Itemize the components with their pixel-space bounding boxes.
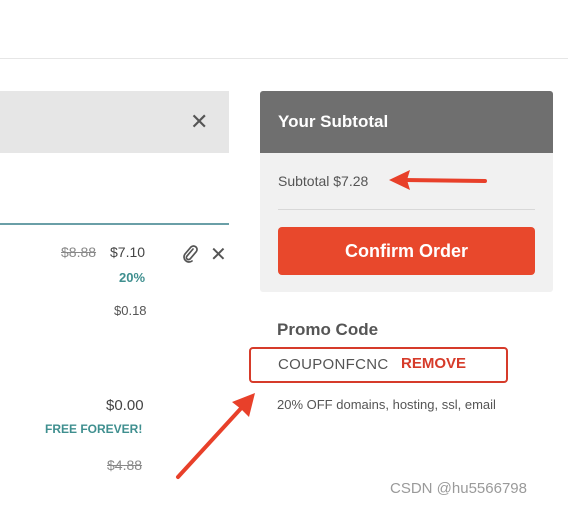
subtotal-amount: Subtotal $7.28 [278,173,369,189]
promo-code-value: COUPONFCNC [278,356,389,373]
item-fee: $0.18 [114,303,147,318]
subtotal-panel: Your Subtotal Subtotal $7.28 Confirm Ord… [260,91,553,292]
item-price: $7.10 [110,244,146,260]
free-item-original-price: $4.88 [107,457,143,473]
watermark: CSDN @hu5566798 [390,480,527,497]
subtotal-divider [278,209,535,210]
cart-divider [0,223,229,225]
confirm-order-button[interactable]: Confirm Order [278,227,535,275]
top-divider [0,58,568,59]
promo-description: 20% OFF domains, hosting, ssl, email [277,397,496,412]
item-original-price: $8.88 [61,244,97,260]
subtotal-title: Your Subtotal [260,91,553,153]
promo-code-box: COUPONFCNC REMOVE [249,347,508,383]
promo-remove-link[interactable]: REMOVE [401,355,466,372]
paperclip-icon[interactable] [181,245,199,263]
remove-item-icon[interactable]: ✕ [210,245,227,265]
promo-title: Promo Code [277,320,379,339]
close-icon[interactable]: ✕ [190,111,208,133]
promo-arrow [176,393,255,479]
free-forever-label: FREE FOREVER! [45,422,143,436]
free-item-price: $0.00 [106,397,144,414]
item-discount: 20% [119,270,146,285]
